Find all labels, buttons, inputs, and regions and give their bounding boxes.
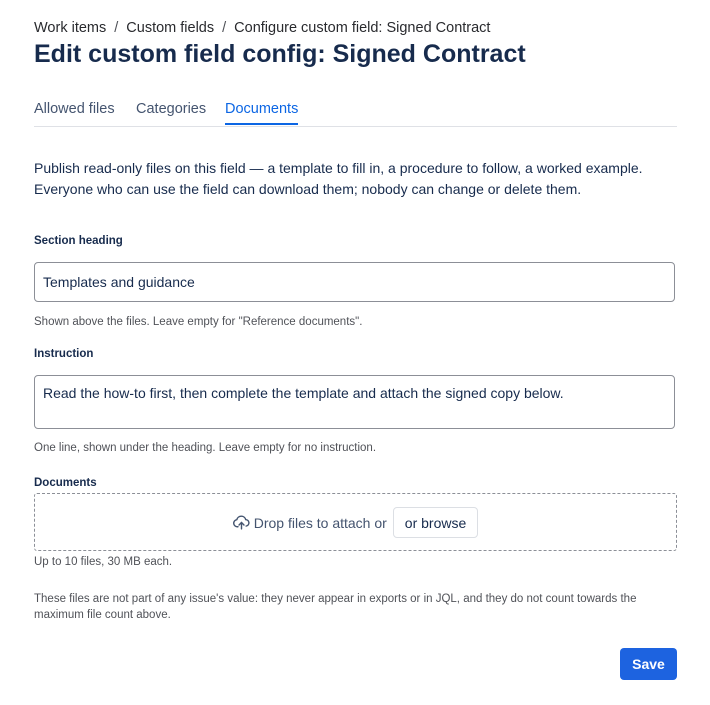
breadcrumb-separator: / (222, 20, 227, 36)
instruction-textarea[interactable]: Read the how-to first, then complete the… (34, 375, 675, 429)
save-button[interactable]: Save (620, 648, 677, 680)
tab-categories[interactable]: Categories (136, 101, 206, 123)
instruction-label: Instruction (34, 348, 94, 360)
breadcrumb-work-items[interactable]: Work items (34, 20, 106, 36)
breadcrumb-custom-fields[interactable]: Custom fields (126, 20, 214, 36)
documents-label: Documents (34, 477, 97, 489)
documents-limit-help: Up to 10 files, 30 MB each. (34, 556, 173, 568)
dropzone-text: Drop files to attach or (253, 514, 387, 531)
browse-button[interactable]: or browse (392, 507, 479, 538)
breadcrumb-configure-field[interactable]: Configure custom field: Signed Contract (234, 20, 490, 36)
documents-description: Publish read-only files on this field — … (34, 160, 643, 197)
section-heading-label: Section heading (34, 235, 123, 247)
custom-field-config-page: Work items / Custom fields / Configure custo… (0, 0, 710, 705)
tab-list: Allowed files Categories Documents (34, 101, 677, 127)
tab-documents[interactable]: Documents (225, 101, 299, 125)
instruction-help: One line, shown under the heading. Leave… (34, 442, 377, 454)
section-heading-help: Shown above the files. Leave empty for "… (34, 316, 363, 328)
documents-note: These files are not part of any issue's … (34, 593, 637, 621)
upload-cloud-icon (232, 515, 250, 530)
page-title: Edit custom field config: Signed Contrac… (34, 40, 526, 68)
tab-allowed-files[interactable]: Allowed files (34, 101, 115, 123)
documents-dropzone[interactable]: Drop files to attach or or browse (34, 493, 677, 551)
breadcrumb-separator: / (114, 20, 119, 36)
section-heading-input[interactable] (34, 262, 675, 302)
breadcrumb: Work items / Custom fields / Configure custo… (34, 20, 490, 36)
